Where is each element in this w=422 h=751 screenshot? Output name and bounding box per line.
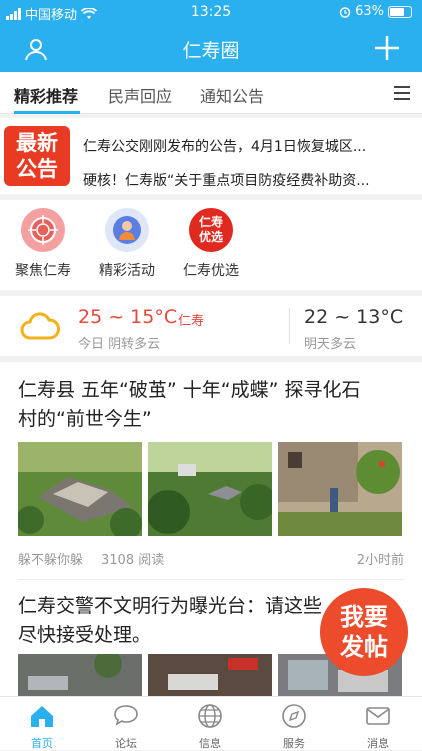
compass-icon [282,704,306,728]
chat-bubble-icon [114,705,138,726]
article-image [18,442,142,536]
logo-badge: 仁寿 优选 [189,208,233,252]
tabbar-home[interactable]: 首页 [12,703,72,751]
person-icon [105,208,149,252]
status-bar: 中国移动 13:25 63% [0,0,422,24]
tab-public-voice[interactable]: 民声回应 [108,83,172,107]
article-reads: 3108 阅读 [101,553,165,568]
tabbar-forum[interactable]: 论坛 [96,703,156,751]
article-image [148,654,272,696]
target-icon [21,208,65,252]
tomorrow-temperature: 22 ~ 13°C [304,306,404,328]
active-tab-indicator [14,111,80,114]
article-time: 2小时前 [356,553,404,568]
tabbar-info[interactable]: 信息 [180,703,240,751]
quick-link-focus[interactable]: 聚焦仁寿 [8,208,78,280]
tomorrow-weather-desc: 明天多云 [304,337,357,352]
notice-item[interactable]: 硬核！仁寿版“关于重点项目防疫经费补助资... [83,170,408,190]
article-title: 仁寿县 五年“破茧” 十年“成蝶” 探寻化石 村的“前世今生” [18,379,361,430]
add-post-icon[interactable] [374,35,400,61]
mail-icon [366,707,390,725]
latest-notice-panel: 最新 公告 仁寿公交刚刚发布的公告，4月1日恢复城区... 硬核！仁寿版“关于重… [0,118,422,194]
globe-icon [198,704,222,728]
home-icon [31,706,53,727]
tabbar-services[interactable]: 服务 [264,703,324,751]
article-image [278,442,402,536]
cloud-icon [20,312,60,340]
tabbar-messages[interactable]: 消息 [348,703,408,751]
category-tabs: 精彩推荐 民声回应 通知公告 [0,72,422,114]
alarm-icon [339,6,351,18]
quick-link-activities[interactable]: 精彩活动 [92,208,162,280]
quick-links: 聚焦仁寿 精彩活动 仁寿 优选 仁寿优选 [0,200,422,290]
today-temperature: 25 ~ 15°C [78,306,178,328]
quick-link-selection[interactable]: 仁寿 优选 仁寿优选 [176,208,246,280]
top-nav-bar: 仁寿圈 [0,24,422,72]
page-title: 仁寿圈 [182,40,240,62]
battery-icon [388,5,412,18]
tab-announcements[interactable]: 通知公告 [200,83,264,107]
city-label: 仁寿 [178,314,205,329]
notice-item[interactable]: 仁寿公交刚刚发布的公告，4月1日恢复城区... [83,136,408,156]
article-image [148,442,272,536]
divider [289,308,290,344]
new-post-button[interactable]: 我要 发帖 [320,588,408,676]
latest-notice-badge: 最新 公告 [4,126,70,186]
weather-panel[interactable]: 25 ~ 15°C 仁寿 今日 阴转多云 22 ~ 13°C 明天多云 [0,296,422,356]
article-image [18,654,142,696]
tab-featured[interactable]: 精彩推荐 [14,83,78,107]
battery-percent: 63% [355,4,384,19]
today-weather-desc: 今日 阴转多云 [78,337,161,352]
menu-icon[interactable] [394,86,410,100]
divider [18,579,404,580]
article-source: 躲不躲你躲 [18,553,84,568]
bottom-tab-bar: 首页 论坛 信息 服务 消息 [0,696,422,750]
